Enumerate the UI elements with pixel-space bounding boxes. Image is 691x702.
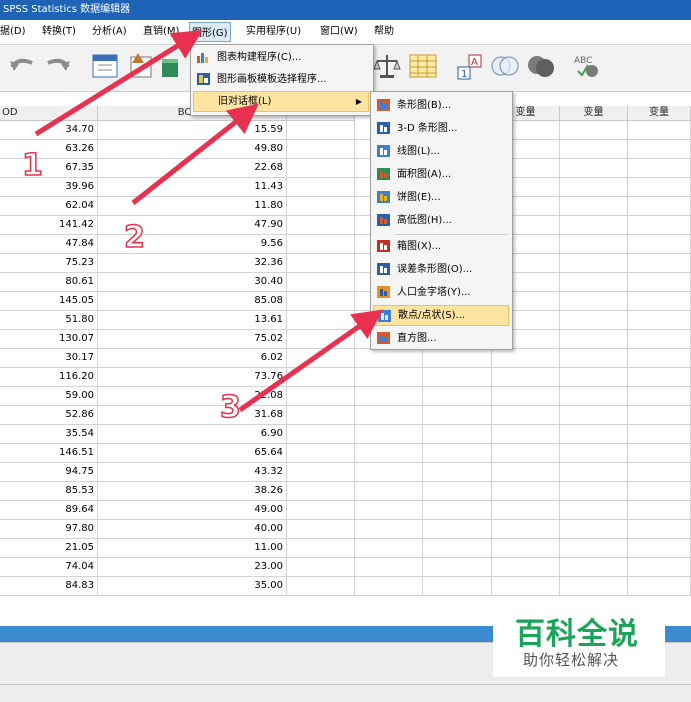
step-number-2: 2: [123, 219, 145, 256]
watermark-title: 百科全说: [515, 617, 639, 652]
annotation-arrows: [34, 30, 384, 413]
step-number-3: 3: [219, 389, 241, 426]
watermark: 百科全说 助你轻松解决: [493, 607, 665, 677]
step-number-1: 1: [21, 147, 43, 184]
watermark-subtitle: 助你轻松解决: [523, 651, 620, 669]
arrow-step-3: [238, 309, 384, 413]
arrow-step-2: [131, 103, 259, 205]
arrow-step-1: [34, 30, 203, 137]
